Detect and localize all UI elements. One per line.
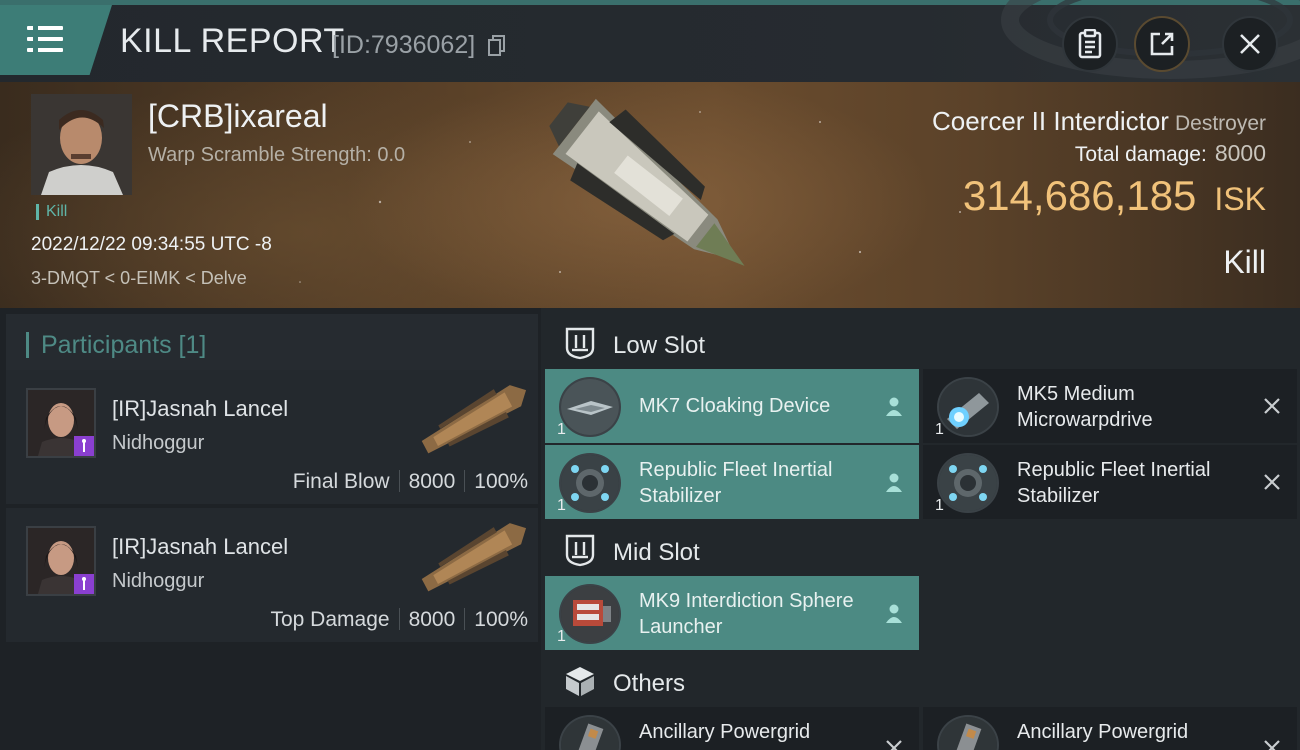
participant-ship-icon[interactable]: [410, 378, 538, 462]
share-button[interactable]: [1134, 16, 1190, 72]
mid-slot-title: Mid Slot: [613, 539, 700, 566]
isk-amount: 314,686,185: [962, 172, 1197, 219]
module-item[interactable]: 1 Ancillary Powergrid: [545, 707, 919, 750]
participant-ship-icon[interactable]: [410, 516, 538, 600]
module-item[interactable]: 1 MK5 Medium Microwarpdrive: [923, 369, 1297, 443]
participant-avatar[interactable]: [26, 526, 96, 596]
corp-badge-icon: [74, 436, 94, 456]
kill-datetime: 2022/12/22 09:34:55 UTC -8: [31, 234, 272, 255]
dropped-close-icon: [883, 737, 905, 750]
inertial-stabilizer-icon: [937, 453, 999, 513]
participant-stats: Top Damage 8000 100%: [270, 608, 528, 632]
victim-ship-image[interactable]: [520, 82, 780, 308]
ship-name-text: Coercer II Interdictor: [931, 106, 1169, 136]
low-slot-title: Low Slot: [613, 332, 706, 359]
isk-unit: ISK: [1214, 181, 1266, 217]
participants-panel: Participants [1] [IR]Jasnah Lancel Nidho…: [0, 308, 541, 750]
victim-portrait[interactable]: [31, 94, 132, 195]
warp-scramble-strength: Warp Scramble Strength: 0.0: [148, 144, 406, 166]
mid-slot-icon: [563, 533, 597, 567]
module-name: MK5 Medium Microwarpdrive: [1017, 383, 1153, 431]
others-title: Others: [613, 670, 686, 697]
module-qty: 1: [557, 421, 566, 438]
module-item[interactable]: 1 MK7 Cloaking Device: [545, 369, 919, 443]
module-qty: 1: [557, 497, 566, 514]
module-name: MK9 Interdiction Sphere Launcher: [639, 590, 854, 638]
module-item[interactable]: 1 Ancillary Powergrid: [923, 707, 1297, 750]
participant-stats: Final Blow 8000 100%: [293, 470, 528, 494]
menu-button[interactable]: [0, 5, 112, 75]
participant-name[interactable]: [IR]Jasnah Lancel: [112, 396, 288, 422]
others-header: Others: [547, 652, 1300, 708]
participants-header: Participants [1]: [6, 314, 538, 370]
participant-ship: Nidhoggur: [112, 570, 205, 592]
module-name: Republic Fleet Inertial Stabilizer: [639, 459, 833, 507]
kill-location[interactable]: 3-DMQT < 0-EIMK < Delve: [31, 268, 247, 289]
menu-icon: [27, 26, 63, 52]
total-damage-value: 8000: [1214, 140, 1266, 166]
victim-banner: [CRB]ixareal Warp Scramble Strength: 0.0…: [0, 82, 1300, 308]
destroyed-person-icon: [883, 471, 905, 493]
total-damage-label: Total damage:: [1074, 143, 1207, 166]
module-name: Republic Fleet Inertial Stabilizer: [1017, 459, 1211, 507]
kill-tag: Kill: [36, 204, 67, 220]
share-icon: [1150, 32, 1174, 56]
mid-slot-header: Mid Slot: [547, 521, 1300, 577]
participant-avatar[interactable]: [26, 388, 96, 458]
module-name: MK7 Cloaking Device: [639, 395, 831, 417]
module-qty: 1: [557, 628, 566, 645]
microwarpdrive-icon: [937, 377, 999, 437]
copy-icon[interactable]: [488, 35, 506, 57]
module-name: Ancillary Powergrid: [639, 721, 811, 743]
participant-ship: Nidhoggur: [112, 432, 205, 454]
corp-badge-icon: [74, 574, 94, 594]
low-slot-icon: [563, 326, 597, 360]
participant-damage: 8000: [408, 470, 456, 493]
module-qty: 1: [935, 497, 944, 514]
participant-damage: 8000: [408, 608, 456, 631]
module-item[interactable]: 1 Republic Fleet Inertial Stabilizer: [545, 445, 919, 519]
participants-title: Participants [1]: [26, 332, 206, 358]
total-damage: Total damage: 8000: [1075, 140, 1266, 167]
isk-value: 314,686,185 ISK: [963, 172, 1266, 220]
ship-class: Destroyer: [1174, 112, 1266, 135]
participant-row[interactable]: [IR]Jasnah Lancel Nidhoggur Final Blow 80…: [6, 370, 538, 504]
participant-percent: 100%: [474, 470, 528, 493]
dropped-close-icon: [1261, 737, 1283, 750]
page-title: KILL REPORT: [120, 22, 345, 60]
victim-ship-name[interactable]: Coercer II Interdictor Destroyer: [932, 106, 1266, 137]
destroyed-person-icon: [883, 602, 905, 624]
participant-role: Final Blow: [292, 470, 390, 493]
participant-row[interactable]: [IR]Jasnah Lancel Nidhoggur Top Damage 80…: [6, 508, 538, 642]
powergrid-icon: [559, 715, 621, 750]
participant-percent: 100%: [474, 608, 528, 631]
destroyed-person-icon: [883, 395, 905, 417]
module-item[interactable]: 1 MK9 Interdiction Sphere Launcher: [545, 576, 919, 650]
dropped-close-icon: [1261, 395, 1283, 417]
close-icon: [1240, 34, 1260, 54]
clipboard-icon: [1078, 29, 1102, 59]
module-name: Ancillary Powergrid: [1017, 721, 1189, 743]
dropped-close-icon: [1261, 471, 1283, 493]
participant-role: Top Damage: [270, 608, 390, 631]
close-button[interactable]: [1222, 16, 1278, 72]
powergrid-icon: [937, 715, 999, 750]
interdiction-launcher-icon: [559, 584, 621, 644]
low-slot-header: Low Slot: [547, 314, 1300, 370]
participant-name[interactable]: [IR]Jasnah Lancel: [112, 534, 288, 560]
kill-result: Kill: [1223, 244, 1266, 280]
victim-name[interactable]: [CRB]ixareal: [148, 98, 328, 135]
module-qty: 1: [935, 421, 944, 438]
fittings-panel: Low Slot 1 MK7 Cloaking Device 1 MK5 Med…: [541, 308, 1300, 750]
module-item[interactable]: 1 Republic Fleet Inertial Stabilizer: [923, 445, 1297, 519]
inertial-stabilizer-icon: [559, 453, 621, 513]
cube-icon: [563, 664, 597, 698]
header-bar: KILL REPORT [ID:7936062]: [0, 0, 1300, 82]
clipboard-button[interactable]: [1062, 16, 1118, 72]
report-id: [ID:7936062]: [332, 31, 476, 59]
cloaking-device-icon: [559, 377, 621, 437]
